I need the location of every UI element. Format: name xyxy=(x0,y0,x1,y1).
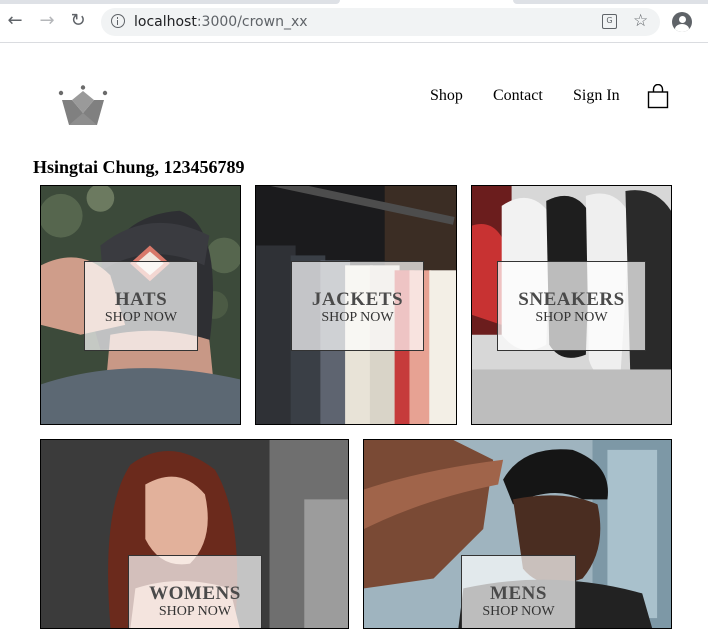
nav-shop-link[interactable]: Shop xyxy=(430,86,463,106)
reload-icon[interactable]: ↻ xyxy=(67,10,89,32)
browser-toolbar: ← → ↻ localhost:3000/crown_xx G ☆ xyxy=(0,0,708,43)
womens-title: WOMENS xyxy=(149,583,241,604)
menu-item-jackets[interactable]: JACKETS SHOP NOW xyxy=(255,185,457,425)
nav-sign-in-link[interactable]: Sign In xyxy=(573,86,620,106)
account-icon[interactable] xyxy=(672,12,692,32)
jackets-title: JACKETS xyxy=(311,289,404,310)
sneakers-subtitle: SHOP NOW xyxy=(535,310,608,325)
hats-subtitle: SHOP NOW xyxy=(104,310,178,325)
bookmark-star-icon[interactable]: ☆ xyxy=(633,11,648,31)
hats-content-panel[interactable]: HATS SHOP NOW xyxy=(84,261,198,351)
menu-item-hats[interactable]: HATS SHOP NOW xyxy=(40,185,241,425)
menu-item-womens[interactable]: WOMENS SHOP NOW xyxy=(40,439,349,629)
back-arrow-icon[interactable]: ← xyxy=(4,10,26,32)
forward-arrow-icon[interactable]: → xyxy=(36,10,58,32)
womens-content-panel[interactable]: WOMENS SHOP NOW xyxy=(128,555,262,628)
mens-title: MENS xyxy=(490,583,547,604)
sneakers-title: SNEAKERS xyxy=(518,289,625,310)
jackets-content-panel[interactable]: JACKETS SHOP NOW xyxy=(291,261,424,351)
info-icon[interactable] xyxy=(111,14,125,28)
menu-item-sneakers[interactable]: SNEAKERS SHOP NOW xyxy=(471,185,672,425)
tab-left[interactable] xyxy=(0,0,340,4)
url-text[interactable]: localhost:3000/crown_xx xyxy=(134,8,308,36)
crown-logo-icon[interactable] xyxy=(57,85,109,127)
shopping-bag-icon[interactable] xyxy=(647,84,669,109)
mens-content-panel[interactable]: MENS SHOP NOW xyxy=(461,555,576,628)
url-path: :3000/crown_xx xyxy=(196,14,308,30)
mens-subtitle: SHOP NOW xyxy=(482,604,555,619)
url-host: localhost xyxy=(134,14,197,30)
tab-right[interactable] xyxy=(513,0,708,4)
nav-contact-link[interactable]: Contact xyxy=(493,86,543,106)
hats-title: HATS xyxy=(114,289,168,310)
menu-item-mens[interactable]: MENS SHOP NOW xyxy=(363,439,672,629)
womens-subtitle: SHOP NOW xyxy=(158,604,232,619)
jackets-subtitle: SHOP NOW xyxy=(321,310,394,325)
user-title: Hsingtai Chung, 123456789 xyxy=(33,157,245,177)
tab-strip xyxy=(0,0,708,4)
translate-icon[interactable]: G xyxy=(602,14,617,29)
address-bar[interactable]: localhost:3000/crown_xx G ☆ xyxy=(101,8,660,36)
sneakers-content-panel[interactable]: SNEAKERS SHOP NOW xyxy=(497,261,646,351)
